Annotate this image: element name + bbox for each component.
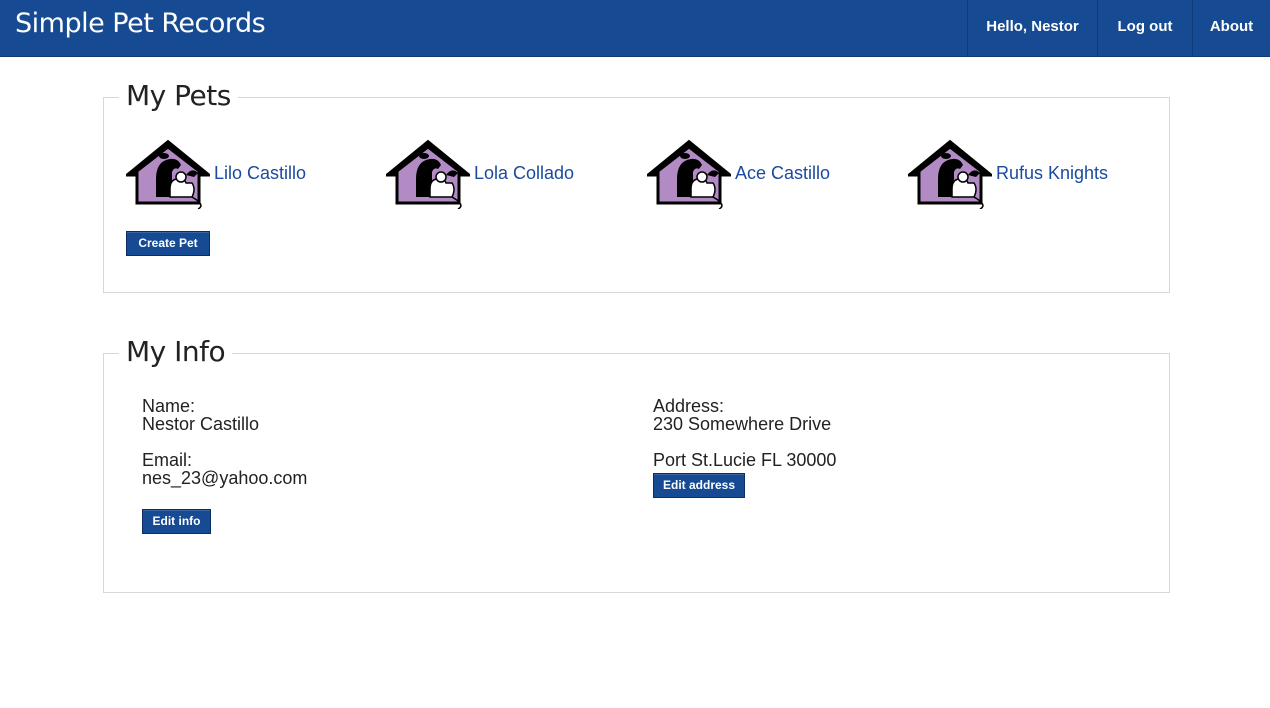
pet-name-link[interactable]: Ace Castillo [735,163,830,184]
brand-title[interactable]: Simple Pet Records [15,8,266,39]
my-pets-legend: My Pets [119,79,238,112]
email-value: nes_23@yahoo.com [142,468,308,488]
edit-info-button[interactable]: Edit info [142,509,211,534]
pet-house-icon [908,139,992,209]
pet-house-icon [386,139,470,209]
pet-house-icon [126,139,210,209]
top-navbar: Simple Pet Records Hello, Nestor Log out… [0,0,1270,57]
pet-name-link[interactable]: Lilo Castillo [214,163,306,184]
pet-name-link[interactable]: Lola Collado [474,163,574,184]
pet-name-link[interactable]: Rufus Knights [996,163,1108,184]
pet-card[interactable]: Ace Castillo [647,139,877,209]
create-pet-button[interactable]: Create Pet [126,231,210,256]
nav-about[interactable]: About [1192,0,1270,57]
pet-card[interactable]: Lilo Castillo [126,139,356,209]
nav-greeting[interactable]: Hello, Nestor [967,0,1097,57]
pet-house-icon [647,139,731,209]
address-line-2: Port St.Lucie FL 30000 [653,450,837,470]
pet-card[interactable]: Rufus Knights [908,139,1138,209]
nav-logout[interactable]: Log out [1097,0,1192,57]
pet-card[interactable]: Lola Collado [386,139,616,209]
name-value: Nestor Castillo [142,414,260,434]
address-line-1: 230 Somewhere Drive [653,414,832,434]
my-info-legend: My Info [119,335,233,368]
edit-address-button[interactable]: Edit address [653,473,745,498]
